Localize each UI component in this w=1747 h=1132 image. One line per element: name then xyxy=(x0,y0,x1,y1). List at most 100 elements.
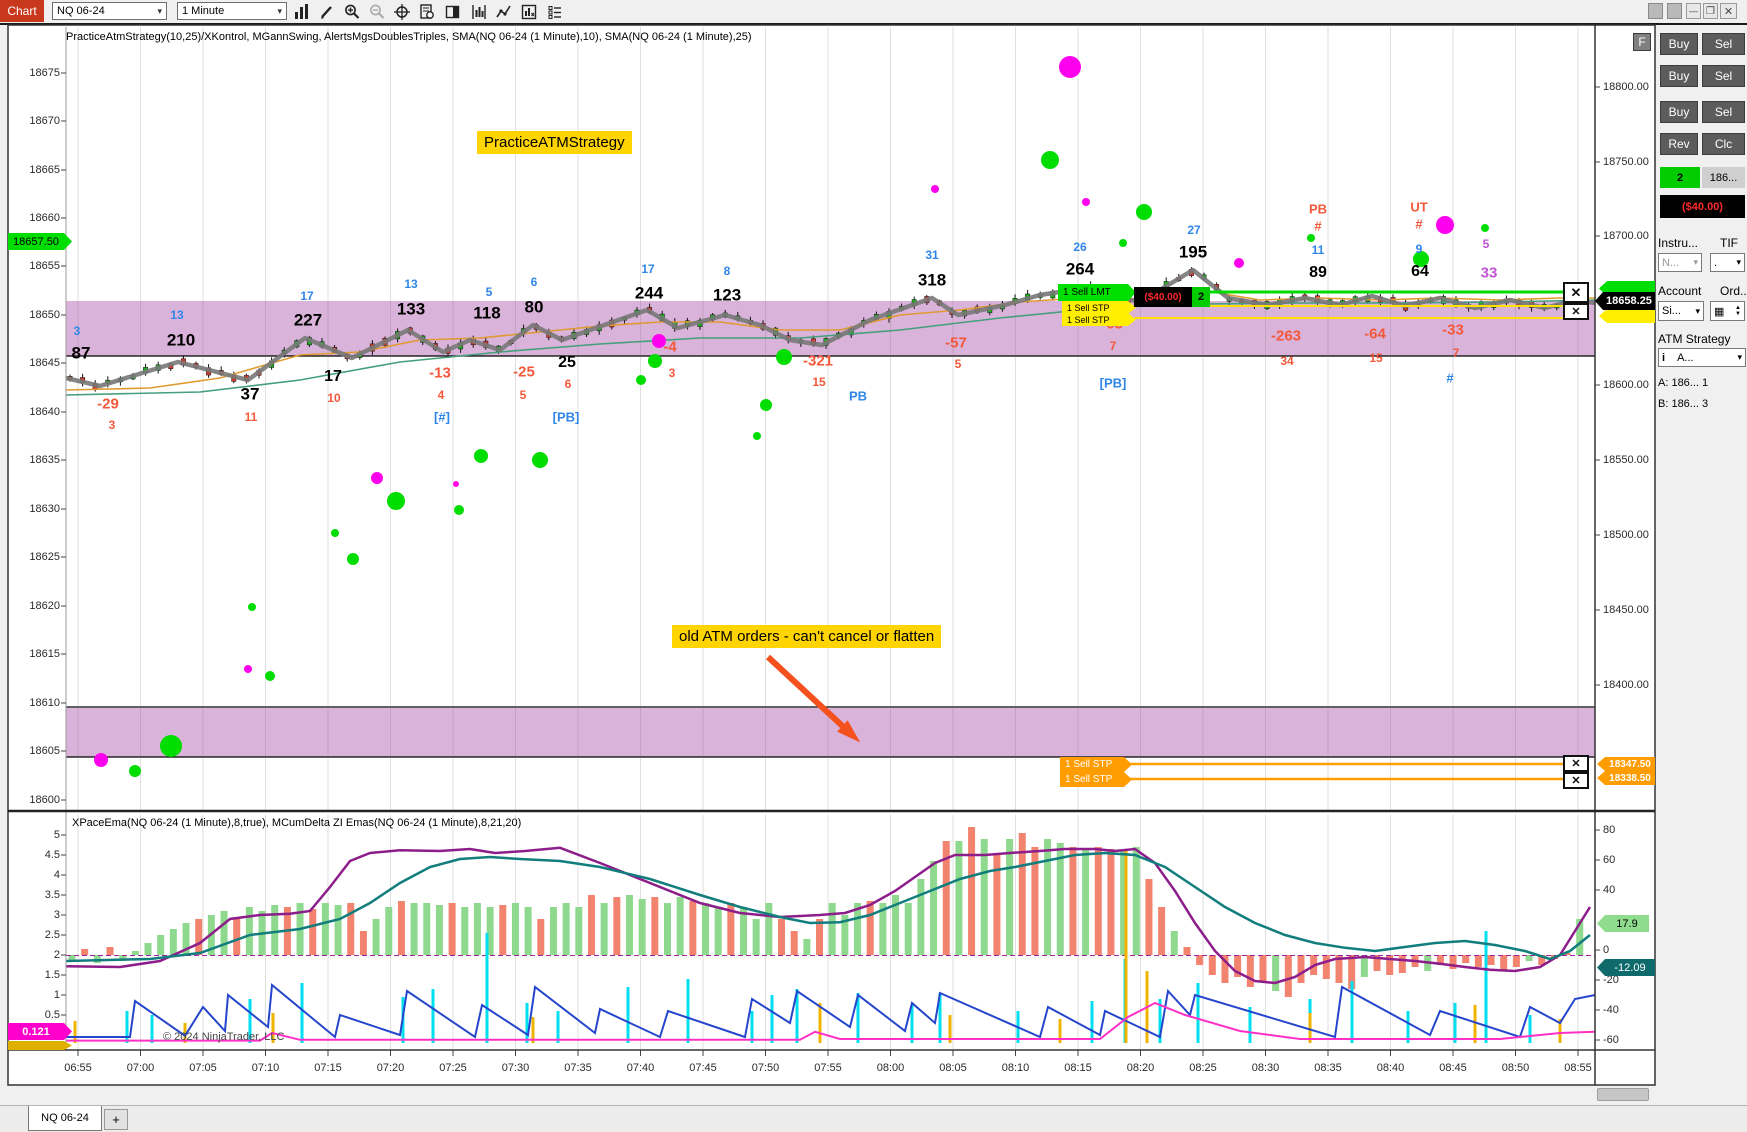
price-axis-label-right: 18700.00 xyxy=(1603,230,1649,242)
sell-stop-order-tag[interactable]: 1 Sell STP xyxy=(1062,313,1136,326)
instrument-dropdown[interactable]: N... ▾ xyxy=(1658,253,1702,272)
cancel-order-button[interactable]: ✕ xyxy=(1563,755,1589,772)
time-axis-label: 07:45 xyxy=(689,1062,717,1074)
cancel-order-button[interactable]: ✕ xyxy=(1563,772,1589,789)
chevron-down-icon: ▾ xyxy=(1736,257,1741,267)
price-axis-label: 18640 xyxy=(29,406,60,418)
swing-stat-label: -321 xyxy=(802,352,834,370)
cancel-order-button[interactable]: ✕ xyxy=(1563,303,1589,320)
chevron-down-icon: ▾ xyxy=(1693,257,1698,267)
stop-price-tag xyxy=(1599,309,1655,323)
last-price-tag-right: 18658.25 xyxy=(1595,292,1655,310)
pace-axis-label: 3 xyxy=(53,909,60,921)
time-axis-label: 08:00 xyxy=(876,1062,905,1074)
swing-stat-label: 118 xyxy=(473,303,501,323)
swing-stat-label: 7 xyxy=(1109,339,1117,353)
time-axis-label: 08:50 xyxy=(1501,1062,1530,1074)
indicator-header: PracticeAtmStrategy(10,25)/XKontrol, MGa… xyxy=(66,31,752,43)
time-axis-label: 08:45 xyxy=(1439,1062,1467,1074)
sell-button[interactable]: Sel xyxy=(1702,65,1745,87)
swing-stat-label: PB xyxy=(848,388,868,404)
swing-stat-label: 15 xyxy=(812,375,826,389)
reverse-button[interactable]: Rev xyxy=(1660,133,1698,155)
buy-button[interactable]: Buy xyxy=(1660,33,1698,55)
price-axis-label: 18610 xyxy=(29,697,60,709)
chevron-down-icon: ▾ xyxy=(1695,305,1700,316)
old-stop-price-tag: 18347.50 xyxy=(1597,757,1655,771)
pace-axis-label: 3.5 xyxy=(44,889,60,901)
swing-stat-label: 37 xyxy=(240,384,260,404)
swing-stat-label: 34 xyxy=(1280,354,1294,368)
instrument-dropdown-value: N... xyxy=(1662,256,1680,269)
tab-bar: NQ 06-24 + xyxy=(0,1105,1747,1132)
add-tab-button[interactable]: + xyxy=(104,1109,128,1130)
swing-stat-label: -13 xyxy=(429,364,451,382)
sell-stop-order-tag-old[interactable]: 1 Sell STP xyxy=(1060,757,1132,772)
swing-stat-label: 87 xyxy=(71,343,91,363)
f-button[interactable]: F xyxy=(1633,33,1651,51)
delta-axis-label: 40 xyxy=(1603,884,1616,896)
delta-axis-label: 60 xyxy=(1603,854,1616,866)
close-icon: ✕ xyxy=(1571,775,1581,787)
h-scrollbar-thumb[interactable] xyxy=(1597,1088,1649,1101)
account-dropdown-value: Si... xyxy=(1662,305,1681,317)
tif-dropdown[interactable]: . ▾ xyxy=(1710,253,1745,272)
sell-button[interactable]: Sel xyxy=(1702,101,1745,123)
unrealized-pnl-box: ($40.00) xyxy=(1134,287,1192,307)
price-axis-label: 18655 xyxy=(29,260,60,272)
price-axis-label: 18670 xyxy=(29,115,60,127)
swing-stat-label: 227 xyxy=(293,310,323,330)
swing-stat-label: 11 xyxy=(1311,243,1325,257)
swing-stat-label: 17 xyxy=(324,368,342,385)
swing-stat-label: [PB] xyxy=(1099,375,1127,391)
swing-stat-label: -57 xyxy=(945,334,967,352)
swing-stat-label: [#] xyxy=(434,409,450,425)
swing-stat-label: -64 xyxy=(1364,325,1386,343)
swing-stat-label: 25 xyxy=(558,354,576,371)
atm-strategy-dropdown[interactable]: i A... ▾ xyxy=(1658,348,1746,367)
swing-stat-label: [PB] xyxy=(552,409,580,425)
close-icon: ✕ xyxy=(1571,306,1581,318)
swing-stat-label: 8 xyxy=(723,264,731,278)
tab-nq-06-24[interactable]: NQ 06-24 xyxy=(28,1106,102,1131)
atm-dropdown-value: A... xyxy=(1677,351,1694,364)
price-axis-label-right: 18600.00 xyxy=(1603,379,1649,391)
swing-stat-label: 64 xyxy=(1411,263,1429,280)
swing-stat-label: # xyxy=(1314,218,1322,234)
swing-stat-label: 17 xyxy=(300,289,314,303)
buy-button[interactable]: Buy xyxy=(1660,101,1698,123)
swing-stat-label: 6 xyxy=(530,275,538,289)
swing-stat-label: 6 xyxy=(564,377,572,391)
price-axis-label: 18675 xyxy=(29,67,60,79)
price-axis-label: 18665 xyxy=(29,164,60,176)
cancel-order-button[interactable]: ✕ xyxy=(1563,282,1589,303)
swing-stat-label: # xyxy=(1446,370,1454,386)
pace-axis-label: 2.5 xyxy=(44,929,60,941)
price-axis-label: 18645 xyxy=(29,357,60,369)
buy-button[interactable]: Buy xyxy=(1660,65,1698,87)
price-axis-label: 18600 xyxy=(29,794,60,806)
swing-stat-label: -263 xyxy=(1270,327,1302,345)
tif-dropdown-value: . xyxy=(1714,256,1718,269)
price-axis-label-right: 18550.00 xyxy=(1603,454,1649,466)
time-axis-label: 07:00 xyxy=(126,1062,155,1074)
sell-stop-order-tag[interactable]: 1 Sell STP xyxy=(1062,301,1136,314)
swing-stat-label: -25 xyxy=(513,363,535,381)
pace-axis-label: 0.5 xyxy=(44,1009,60,1021)
close-position-button[interactable]: Clc xyxy=(1702,133,1745,155)
account-dropdown[interactable]: Si... ▾ xyxy=(1658,301,1704,321)
swing-stat-label: 244 xyxy=(634,283,664,303)
quantity-stepper[interactable]: ▦ ▲ ▼ xyxy=(1710,301,1745,321)
time-axis-label: 07:50 xyxy=(751,1062,780,1074)
sell-stop-order-tag-old[interactable]: 1 Sell STP xyxy=(1060,772,1132,787)
time-axis-label: 08:30 xyxy=(1251,1062,1280,1074)
swing-stat-label: 26 xyxy=(1073,240,1087,254)
position-qty-box: 2 xyxy=(1192,287,1210,307)
sell-limit-order-tag[interactable]: 1 Sell LMT xyxy=(1058,284,1136,301)
time-axis-label: 08:20 xyxy=(1126,1062,1155,1074)
time-axis-label: 08:10 xyxy=(1001,1062,1030,1074)
swing-stat-label: 9 xyxy=(1415,242,1423,256)
time-axis-label: 07:10 xyxy=(251,1062,280,1074)
sell-button[interactable]: Sel xyxy=(1702,33,1745,55)
swing-stat-label: 27 xyxy=(1187,223,1201,237)
